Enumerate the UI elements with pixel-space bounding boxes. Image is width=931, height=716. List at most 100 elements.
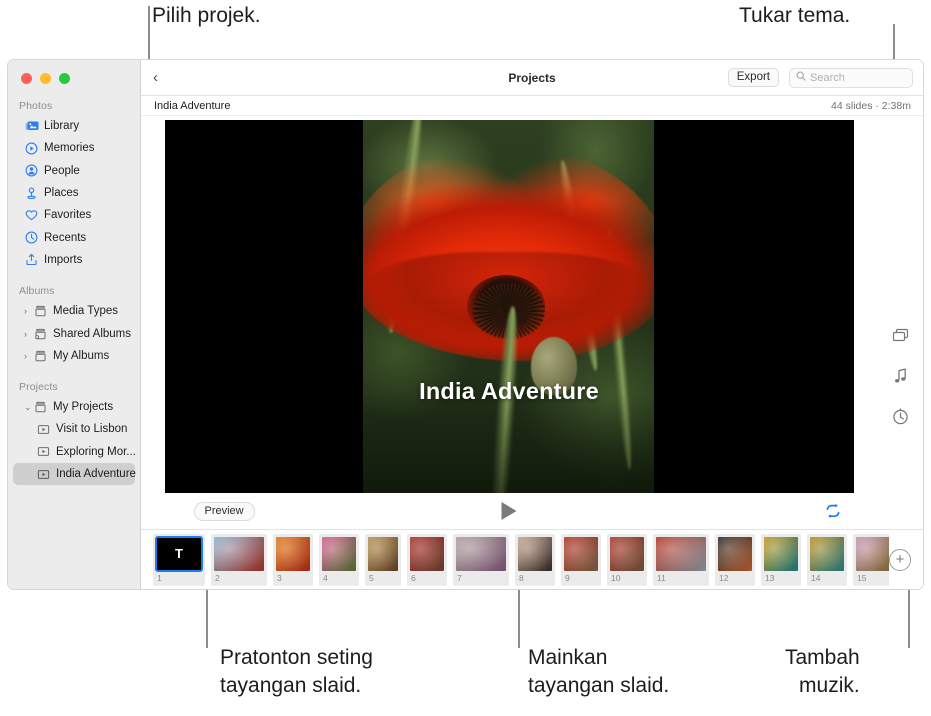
play-triangle-icon[interactable] <box>501 502 517 520</box>
sidebar-item-people[interactable]: People <box>13 160 135 182</box>
thumbnail-number: 4 <box>323 572 328 583</box>
search-icon <box>796 71 806 84</box>
screenshot-root: Pilih projek. Tukar tema. Pratonton seti… <box>0 0 931 716</box>
sidebar-item-exploring-mor[interactable]: Exploring Mor... <box>13 441 136 463</box>
thumbnail-number: 11 <box>657 572 666 583</box>
filmstrip-thumbnail[interactable]: 5 <box>365 533 401 586</box>
thumbnail-image <box>456 536 506 571</box>
slide-photo-poppy <box>362 120 654 493</box>
album-folder-icon <box>33 304 48 318</box>
thumbnail-image <box>322 536 356 571</box>
filmstrip-thumbnail[interactable]: 11 <box>653 533 709 586</box>
filmstrip-thumbnail[interactable]: 8 <box>515 533 555 586</box>
toolbar: ‹ Projects Export Search <box>141 60 923 96</box>
filmstrip[interactable]: T 1 2 3 4 5 6 7 8 9 10 11 12 13 14 15 + <box>141 529 923 589</box>
filmstrip-thumbnail[interactable]: 14 <box>807 533 847 586</box>
thumbnail-number: 8 <box>519 572 524 583</box>
sidebar-item-places[interactable]: Places <box>13 182 135 204</box>
chevron-right-icon[interactable]: › <box>24 351 33 361</box>
chevron-right-icon[interactable]: › <box>24 306 33 316</box>
zoom-button[interactable] <box>59 72 70 84</box>
chevron-right-icon[interactable]: › <box>24 329 33 339</box>
sidebar-section-albums: Albums <box>19 285 55 298</box>
photos-library-icon <box>24 119 39 133</box>
minimize-button[interactable] <box>40 72 51 84</box>
callout-preview-settings: Pratonton seting tayangan slaid. <box>220 646 373 697</box>
music-note-icon[interactable] <box>890 366 910 386</box>
filmstrip-thumbnail[interactable]: 3 <box>273 533 313 586</box>
thumbnail-number: 3 <box>277 572 282 583</box>
thumbnail-number: 15 <box>857 572 867 583</box>
sidebar-item-visit-to-lisbon[interactable]: Visit to Lisbon <box>13 418 135 440</box>
sidebar-item-my-projects[interactable]: ⌄ My Projects <box>13 396 135 418</box>
sidebar-item-my-albums[interactable]: › My Albums <box>13 345 135 367</box>
thumbnail-number: 14 <box>811 572 821 583</box>
thumbnail-number: 1 <box>157 572 162 583</box>
thumbnail-number: 10 <box>611 572 621 583</box>
back-button[interactable]: ‹ <box>153 70 171 85</box>
callout-select-project: Pilih projek. <box>152 4 261 27</box>
sidebar-item-library[interactable]: Library <box>13 115 135 137</box>
sidebar-item-label: Exploring Mor... <box>56 445 136 458</box>
filmstrip-thumbnails: T 1 2 3 4 5 6 7 8 9 10 11 12 13 14 15 <box>153 533 889 586</box>
filmstrip-thumbnail[interactable]: 4 <box>319 533 359 586</box>
sidebar-item-label: My Projects <box>53 401 114 414</box>
slideshow-icon <box>36 445 51 459</box>
duration-timer-icon[interactable] <box>890 406 910 426</box>
project-name: India Adventure <box>154 99 231 112</box>
album-folder-icon <box>33 400 48 414</box>
slide-stage: India Adventure Preview <box>141 116 877 529</box>
import-icon <box>24 253 39 267</box>
preview-button[interactable]: Preview <box>193 501 255 521</box>
filmstrip-thumbnail[interactable]: 6 <box>407 533 447 586</box>
filmstrip-thumbnail[interactable]: 15 <box>853 533 889 586</box>
thumbnail-image <box>410 536 444 571</box>
sidebar-item-label: Media Types <box>53 305 118 318</box>
stage-area: India Adventure Preview <box>141 116 923 529</box>
toolbar-right-group: Export Search <box>727 67 913 88</box>
people-icon <box>24 164 39 178</box>
heart-icon <box>24 208 39 222</box>
callout-add-music: Tambah muzik. <box>785 646 860 697</box>
theme-icon[interactable] <box>890 326 910 346</box>
main-content: ‹ Projects Export Search India Adventure… <box>141 60 923 589</box>
sidebar-item-favorites[interactable]: Favorites <box>13 204 135 226</box>
sidebar-item-memories[interactable]: Memories <box>13 137 135 159</box>
filmstrip-thumbnail[interactable]: 12 <box>715 533 755 586</box>
search-placeholder: Search <box>810 71 845 84</box>
filmstrip-thumbnail[interactable]: 13 <box>761 533 801 586</box>
sidebar-item-recents[interactable]: Recents <box>13 226 135 248</box>
sidebar-item-label: Shared Albums <box>53 327 131 340</box>
close-button[interactable] <box>21 72 32 84</box>
clock-icon <box>24 231 39 245</box>
title-slide-letter: T <box>156 536 202 571</box>
sidebar-item-label: Memories <box>44 142 95 155</box>
search-input[interactable]: Search <box>789 67 913 88</box>
filmstrip-thumbnail[interactable]: T1 <box>153 533 205 586</box>
sidebar-item-shared-albums[interactable]: › Shared Albums <box>13 322 135 344</box>
slideshow-icon <box>36 467 51 481</box>
sidebar-section-projects: Projects <box>19 380 58 393</box>
thumbnail-image <box>564 536 598 571</box>
filmstrip-thumbnail[interactable]: 9 <box>561 533 601 586</box>
filmstrip-thumbnail[interactable]: 7 <box>453 533 509 586</box>
filmstrip-thumbnail[interactable]: 2 <box>211 533 267 586</box>
thumbnail-image <box>610 536 644 571</box>
sidebar-item-india-adventure[interactable]: India Adventure <box>13 462 136 486</box>
export-button[interactable]: Export <box>727 67 779 88</box>
thumbnail-image <box>518 536 552 571</box>
callout-play-slideshow: Mainkan tayangan slaid. <box>528 646 670 697</box>
filmstrip-thumbnail[interactable]: 10 <box>607 533 647 586</box>
sidebar-section-photos: Photos <box>19 100 53 112</box>
slide-preview[interactable]: India Adventure <box>164 120 854 493</box>
sidebar-item-label: India Adventure <box>56 468 136 480</box>
slide-count-duration: 44 slides · 2:38m <box>831 99 911 112</box>
repeat-loop-icon[interactable] <box>824 503 842 519</box>
sidebar-item-label: People <box>44 164 80 177</box>
thumbnail-number: 2 <box>215 572 220 583</box>
sidebar-item-media-types[interactable]: › Media Types <box>13 300 135 322</box>
sidebar-item-label: Places <box>44 187 79 200</box>
sidebar-item-imports[interactable]: Imports <box>13 249 135 271</box>
chevron-down-icon[interactable]: ⌄ <box>24 402 33 413</box>
add-slide-button[interactable]: + <box>889 548 911 571</box>
